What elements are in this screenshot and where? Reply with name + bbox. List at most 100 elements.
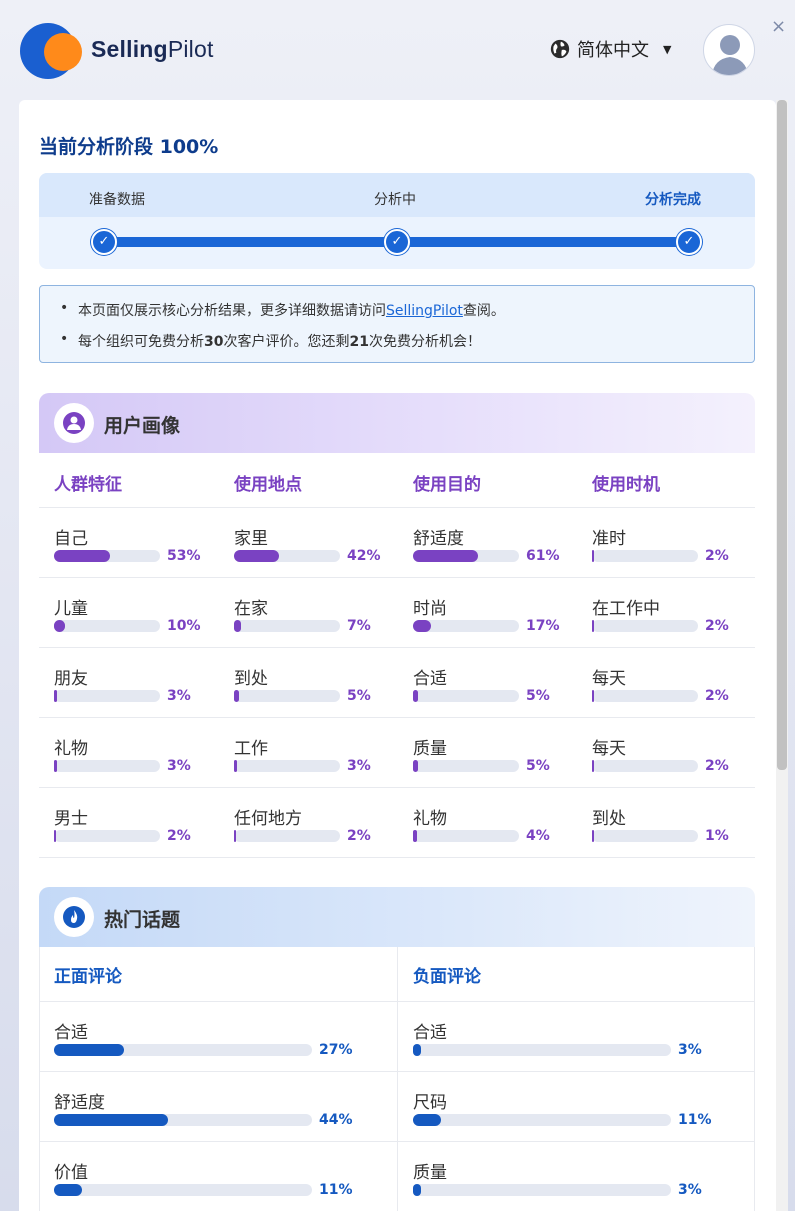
sellingpilot-link[interactable]: SellingPilot — [386, 303, 463, 319]
persona-column-header: 人群特征 — [54, 475, 122, 495]
notice-item: 本页面仅展示核心分析结果，更多详细数据请访问SellingPilot查阅。 — [60, 300, 505, 320]
persona-section-header: 用户画像 — [39, 393, 755, 453]
persona-bar — [413, 830, 519, 842]
persona-item-label: 礼物 — [54, 739, 88, 759]
row-divider — [39, 1141, 755, 1142]
persona-item-label: 朋友 — [54, 669, 88, 689]
persona-bar-fill — [413, 690, 419, 702]
persona-item-label: 自己 — [54, 529, 88, 549]
topic-bar-fill — [413, 1114, 442, 1126]
persona-percent: 4% — [526, 828, 550, 844]
check-icon: ✓ — [384, 229, 410, 255]
persona-item-label: 质量 — [413, 739, 447, 759]
topic-item-label: 合适 — [54, 1023, 88, 1043]
persona-bar-fill — [413, 620, 432, 632]
stage-title: 当前分析阶段 100% — [39, 136, 219, 158]
persona-bar — [54, 690, 160, 702]
persona-title: 用户画像 — [104, 415, 181, 437]
persona-bar-fill — [413, 760, 419, 772]
sellingpilot-logo — [20, 23, 82, 79]
persona-bar — [54, 620, 160, 632]
persona-bar-fill — [592, 830, 594, 842]
row-divider — [39, 1071, 755, 1072]
globe-icon — [550, 39, 570, 59]
persona-bar — [413, 620, 519, 632]
close-icon[interactable]: × — [771, 16, 786, 37]
topic-bar — [413, 1044, 671, 1056]
persona-percent: 61% — [526, 548, 560, 564]
analysis-card: 当前分析阶段 100% 准备数据 分析中 分析完成 ✓ ✓ ✓ 本页面仅展示核心… — [19, 100, 776, 1211]
user-silhouette-icon — [712, 35, 748, 75]
app-header: SellingPilot 简体中文 ▼ × — [0, 0, 795, 100]
persona-percent: 17% — [526, 618, 560, 634]
persona-item-label: 合适 — [413, 669, 447, 689]
persona-bar — [592, 830, 698, 842]
persona-percent: 1% — [705, 828, 729, 844]
fire-icon — [54, 897, 94, 937]
persona-percent: 7% — [347, 618, 371, 634]
topic-percent: 11% — [678, 1112, 712, 1128]
persona-percent: 5% — [526, 758, 550, 774]
persona-bar-fill — [54, 760, 58, 772]
persona-bar-fill — [413, 550, 478, 562]
topic-bar — [413, 1114, 671, 1126]
persona-bar-fill — [234, 760, 238, 772]
persona-item-label: 在工作中 — [592, 599, 660, 619]
persona-bar — [54, 760, 160, 772]
persona-bar — [54, 830, 160, 842]
persona-item-label: 男士 — [54, 809, 88, 829]
persona-bar-fill — [234, 620, 242, 632]
persona-bar — [234, 620, 340, 632]
check-icon: ✓ — [676, 229, 702, 255]
topic-percent: 11% — [319, 1182, 353, 1198]
persona-item-label: 时尚 — [413, 599, 447, 619]
persona-percent: 2% — [705, 758, 729, 774]
persona-column-header: 使用目的 — [413, 475, 481, 495]
persona-column-header: 使用时机 — [592, 475, 660, 495]
persona-bar-fill — [54, 690, 58, 702]
persona-item-label: 每天 — [592, 669, 626, 689]
avatar[interactable] — [703, 24, 755, 76]
language-selector[interactable]: 简体中文 ▼ — [549, 36, 671, 62]
topics-column-header: 正面评论 — [54, 967, 122, 987]
persona-bar-fill — [592, 620, 595, 632]
persona-bar-fill — [54, 830, 57, 842]
persona-item-label: 准时 — [592, 529, 626, 549]
notice-item: 每个组织可免费分析30次客户评价。您还剩21次免费分析机会！ — [60, 331, 481, 351]
persona-item-label: 在家 — [234, 599, 268, 619]
persona-percent: 2% — [705, 618, 729, 634]
notice-box: 本页面仅展示核心分析结果，更多详细数据请访问SellingPilot查阅。 每个… — [39, 285, 755, 363]
persona-bar — [413, 550, 519, 562]
check-icon: ✓ — [91, 229, 117, 255]
persona-bar-fill — [234, 690, 240, 702]
persona-percent: 3% — [167, 758, 191, 774]
persona-percent: 3% — [167, 688, 191, 704]
persona-bar — [413, 690, 519, 702]
language-label: 简体中文 — [577, 40, 649, 61]
persona-bar-fill — [54, 620, 65, 632]
persona-bar-fill — [413, 830, 418, 842]
topic-item-label: 舒适度 — [54, 1093, 105, 1113]
topic-percent: 27% — [319, 1042, 353, 1058]
row-divider — [39, 507, 755, 508]
persona-percent: 2% — [347, 828, 371, 844]
persona-item-label: 礼物 — [413, 809, 447, 829]
persona-bar — [413, 760, 519, 772]
scrollbar-thumb[interactable] — [777, 100, 787, 770]
persona-percent: 2% — [167, 828, 191, 844]
row-divider — [39, 717, 755, 718]
topic-item-label: 质量 — [413, 1163, 447, 1183]
topics-section-header: 热门话题 — [39, 887, 755, 947]
persona-item-label: 每天 — [592, 739, 626, 759]
topic-bar — [413, 1184, 671, 1196]
persona-bar — [592, 550, 698, 562]
persona-bar — [234, 760, 340, 772]
brand-name: SellingPilot — [91, 36, 214, 62]
persona-item-label: 舒适度 — [413, 529, 464, 549]
persona-percent: 5% — [347, 688, 371, 704]
topic-bar-fill — [54, 1044, 124, 1056]
topic-percent: 44% — [319, 1112, 353, 1128]
persona-percent: 53% — [167, 548, 201, 564]
persona-bar — [592, 690, 698, 702]
topic-percent: 3% — [678, 1182, 702, 1198]
